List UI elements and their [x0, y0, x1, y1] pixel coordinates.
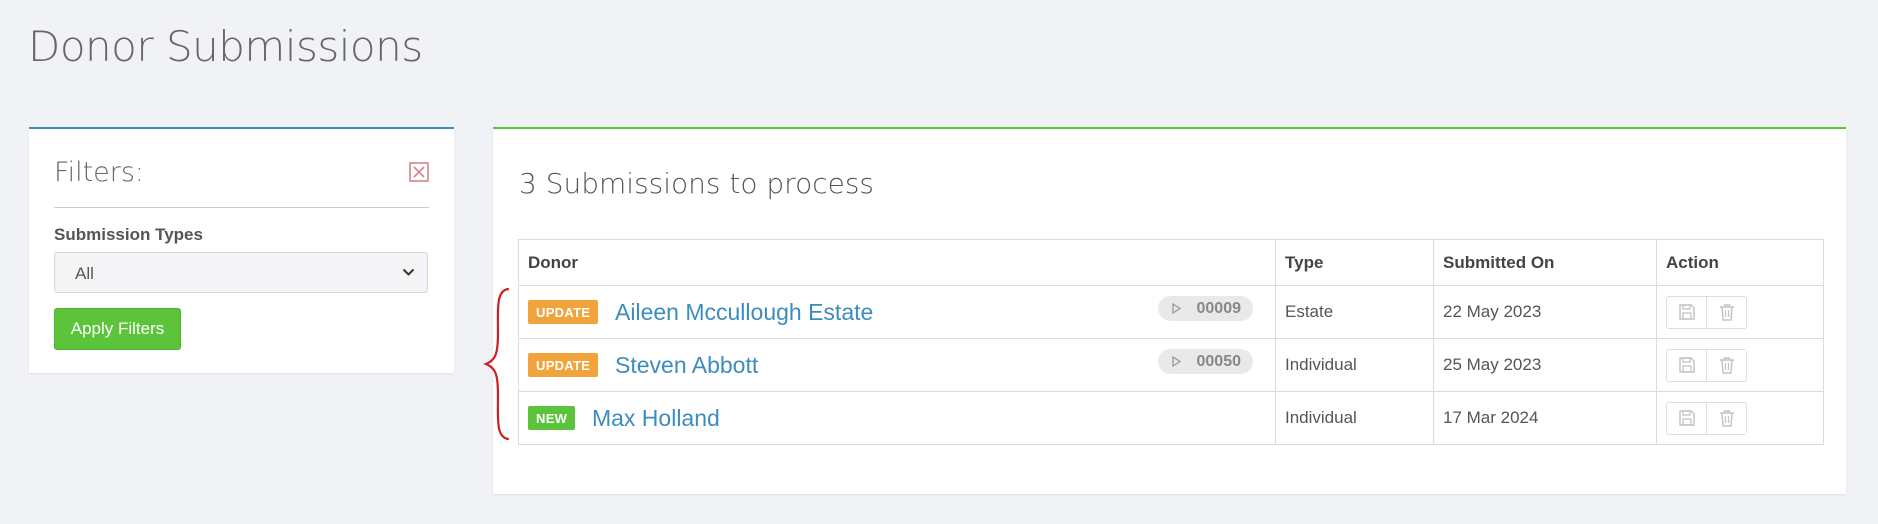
table-row: UPDATE Steven Abbott 00050 Individual 25… — [518, 338, 1824, 392]
donor-link[interactable]: Max Holland — [592, 405, 720, 432]
table-header-row: Donor Type Submitted On Action — [518, 239, 1824, 286]
type-cell: Individual — [1275, 338, 1434, 392]
submissions-table: Donor Type Submitted On Action UPDATE Ai… — [518, 239, 1824, 445]
play-icon — [1171, 303, 1181, 314]
save-button[interactable] — [1667, 349, 1706, 381]
submitted-on-cell: 22 May 2023 — [1433, 285, 1657, 339]
trash-icon — [1719, 357, 1734, 374]
submissions-panel: 3 Submissions to process Donor Type Subm… — [493, 127, 1846, 494]
column-header-type: Type — [1275, 239, 1434, 286]
filters-panel: Filters: Submission Types All Apply Filt… — [29, 127, 454, 373]
action-cell — [1656, 391, 1824, 445]
action-button-group — [1666, 401, 1747, 435]
action-cell — [1656, 338, 1824, 392]
trash-icon — [1719, 410, 1734, 427]
status-badge: UPDATE — [528, 300, 599, 324]
donor-id-toggle[interactable]: 00009 — [1157, 296, 1253, 321]
status-badge: UPDATE — [528, 353, 599, 377]
donor-id: 00050 — [1196, 352, 1242, 370]
column-header-donor: Donor — [518, 239, 1276, 286]
trash-icon — [1719, 304, 1734, 321]
delete-button[interactable] — [1706, 349, 1746, 381]
donor-id: 00009 — [1196, 299, 1242, 317]
submitted-on-cell: 17 Mar 2024 — [1433, 391, 1657, 445]
column-header-action: Action — [1656, 239, 1824, 286]
action-cell — [1656, 285, 1824, 339]
submitted-on-cell: 25 May 2023 — [1433, 338, 1657, 392]
chevron-down-icon — [402, 268, 415, 276]
donor-id-toggle[interactable]: 00050 — [1157, 349, 1253, 374]
apply-filters-button[interactable]: Apply Filters — [54, 308, 181, 350]
save-icon — [1678, 304, 1695, 320]
play-icon — [1171, 356, 1181, 367]
table-row: NEW Max Holland Individual 17 Mar 2024 — [518, 391, 1824, 445]
column-header-submitted-on: Submitted On — [1433, 239, 1657, 286]
type-cell: Estate — [1275, 285, 1434, 339]
submission-types-label: Submission Types — [54, 225, 203, 244]
action-button-group — [1666, 295, 1747, 329]
donor-link[interactable]: Steven Abbott — [615, 352, 758, 379]
status-badge: NEW — [528, 406, 576, 430]
save-button[interactable] — [1667, 402, 1706, 434]
table-row: UPDATE Aileen Mccullough Estate 00009 Es… — [518, 285, 1824, 339]
page-title: Donor Submissions — [28, 22, 423, 71]
submission-types-value: All — [75, 264, 94, 283]
submissions-heading: 3 Submissions to process — [519, 167, 874, 200]
save-icon — [1678, 357, 1695, 373]
delete-button[interactable] — [1706, 402, 1746, 434]
donor-cell: UPDATE Aileen Mccullough Estate 00009 — [518, 285, 1276, 339]
donor-cell: UPDATE Steven Abbott 00050 — [518, 338, 1276, 392]
action-button-group — [1666, 348, 1747, 382]
save-button[interactable] — [1667, 296, 1706, 328]
donor-link[interactable]: Aileen Mccullough Estate — [615, 299, 873, 326]
close-icon[interactable] — [409, 162, 429, 182]
filters-title: Filters: — [54, 157, 145, 188]
donor-cell: NEW Max Holland — [518, 391, 1276, 445]
type-cell: Individual — [1275, 391, 1434, 445]
brace-annotation — [483, 287, 510, 441]
submission-types-select[interactable]: All — [54, 252, 428, 293]
filters-divider — [54, 207, 429, 208]
delete-button[interactable] — [1706, 296, 1746, 328]
save-icon — [1678, 410, 1695, 426]
